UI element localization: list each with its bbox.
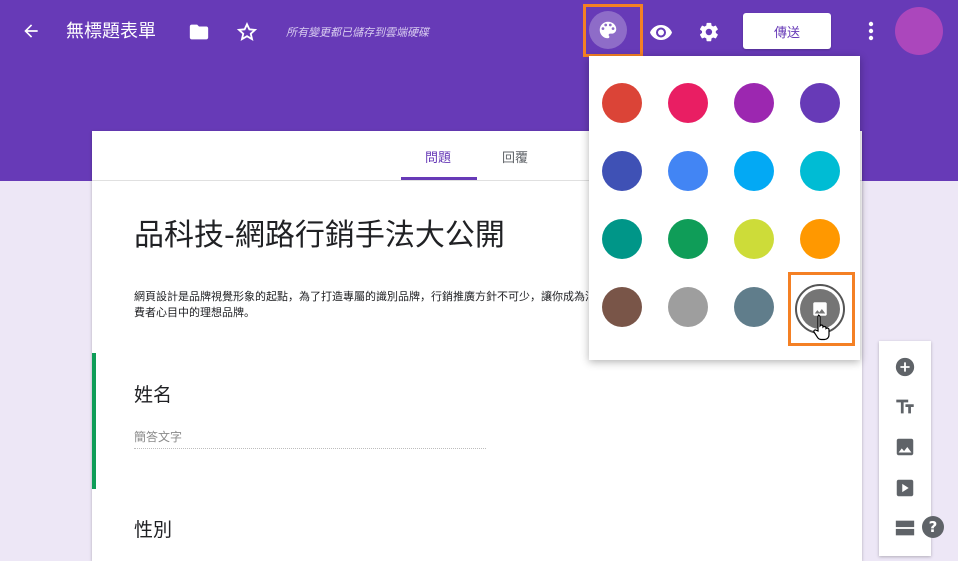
color-swatch-green[interactable] xyxy=(668,219,708,259)
color-swatch-brown[interactable] xyxy=(602,287,642,327)
video-icon xyxy=(896,479,914,497)
color-swatch-purple[interactable] xyxy=(734,83,774,123)
tab-responses[interactable]: 回覆 xyxy=(502,147,528,166)
image-icon xyxy=(896,438,914,456)
color-swatch-deep-purple[interactable] xyxy=(800,83,840,123)
tab-questions[interactable]: 問題 xyxy=(425,147,451,166)
send-button[interactable]: 傳送 xyxy=(743,13,831,49)
title-text-icon xyxy=(896,399,914,414)
color-swatch-teal[interactable] xyxy=(602,219,642,259)
question-title-name[interactable]: 姓名 xyxy=(134,380,172,407)
form-description[interactable]: 網頁設計是品牌視覺形象的起點，為了打造專屬的識別品牌，行銷推廣方針不可少，讓你成… xyxy=(134,289,604,321)
color-swatch-cyan[interactable] xyxy=(800,151,840,191)
color-swatch-lime[interactable] xyxy=(734,219,774,259)
color-swatch-light-blue[interactable] xyxy=(734,151,774,191)
saved-status: 所有變更都已儲存到雲端硬碟 xyxy=(286,26,429,39)
eye-icon[interactable] xyxy=(648,19,674,45)
more-vert-icon[interactable] xyxy=(862,19,880,43)
back-arrow-icon[interactable] xyxy=(19,19,43,43)
color-swatch-grey[interactable] xyxy=(668,287,708,327)
color-swatch-red[interactable] xyxy=(602,83,642,123)
question-title-gender[interactable]: 性別 xyxy=(134,515,172,542)
add-image-button[interactable] xyxy=(893,435,917,459)
add-section-button[interactable] xyxy=(893,516,917,540)
folder-icon[interactable] xyxy=(186,19,212,45)
color-swatch-orange[interactable] xyxy=(800,219,840,259)
hand-cursor-icon xyxy=(812,313,834,341)
palette-highlight-box xyxy=(583,4,643,57)
color-swatch-indigo[interactable] xyxy=(602,151,642,191)
active-question-indicator xyxy=(92,353,96,489)
add-video-button[interactable] xyxy=(893,476,917,500)
color-swatch-blue-grey[interactable] xyxy=(734,287,774,327)
short-answer-field: 簡答文字 xyxy=(134,428,486,449)
form-title-header[interactable]: 無標題表單 xyxy=(66,19,156,45)
form-title[interactable]: 品科技-網路行銷手法大公開 xyxy=(134,216,505,256)
add-title-button[interactable] xyxy=(893,395,917,419)
star-icon[interactable] xyxy=(234,19,260,45)
gear-icon[interactable] xyxy=(696,19,722,45)
color-swatch-blue[interactable] xyxy=(668,151,708,191)
avatar[interactable] xyxy=(895,7,943,55)
add-question-button[interactable] xyxy=(893,355,917,379)
help-icon[interactable]: ? xyxy=(922,516,944,538)
section-icon xyxy=(895,520,915,536)
add-circle-icon xyxy=(895,357,915,377)
color-swatch-pink[interactable] xyxy=(668,83,708,123)
